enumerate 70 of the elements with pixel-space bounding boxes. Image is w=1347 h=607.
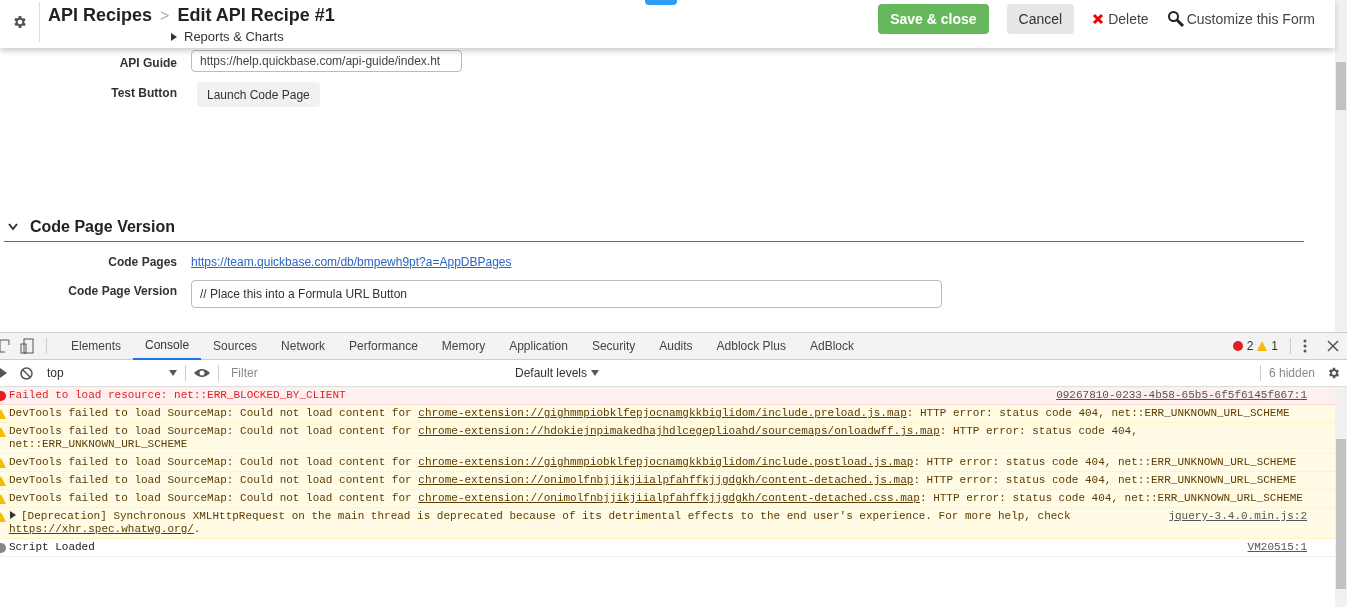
console-message: Script Loaded xyxy=(9,541,96,554)
devtools-tab[interactable]: AdBlock xyxy=(797,332,866,360)
devtools-tab[interactable]: Network xyxy=(269,332,338,360)
devtools-tab[interactable]: Elements xyxy=(59,332,134,360)
page-title: Edit API Recipe #1 xyxy=(177,4,335,27)
devtools-tab[interactable]: Security xyxy=(579,332,648,360)
device-toolbar-icon xyxy=(20,338,34,354)
cancel-button[interactable]: Cancel xyxy=(1006,4,1075,34)
console-message: Failed to load resource: net::ERR_BLOCKED_BY_CLIENT xyxy=(9,389,347,402)
console-message: [Deprecation] Synchronous XMLHttpRequest on the main thread is deprecated because of its detrimental effects to the end user's experience. For more help, check https://xhr.spec.whatwg.org/. xyxy=(9,510,1072,536)
error-count: 2 xyxy=(1246,338,1254,355)
devtools-tab[interactable]: Sources xyxy=(201,332,270,360)
magnifier-icon xyxy=(1166,10,1185,28)
more-options-icon xyxy=(1303,339,1307,353)
message-link[interactable]: https://xhr.spec.whatwg.org/ xyxy=(9,523,194,535)
collapse-chevron-icon[interactable] xyxy=(8,223,18,231)
devtools-tab[interactable]: Audits xyxy=(647,332,705,360)
error-icon xyxy=(1232,341,1243,351)
devtools-tab[interactable]: Performance xyxy=(337,332,430,360)
section-title: Code Page Version xyxy=(30,217,175,237)
reports-charts-link[interactable]: Reports & Charts xyxy=(170,27,284,47)
context-select[interactable]: top xyxy=(47,364,177,382)
source-link[interactable]: VM20515:1 xyxy=(1247,541,1307,554)
customize-form-button[interactable]: Customize this Form xyxy=(1166,8,1315,30)
triangle-icon xyxy=(170,32,178,41)
tab-handle xyxy=(645,0,677,5)
scrollbar-thumb[interactable] xyxy=(1336,62,1346,110)
console-message: DevTools failed to load SourceMap: Could not load content for chrome-extension://gighmmpiobklfepjocnamgkkbiglidom/include.postload.js.map: HTTP error: status code 404, net::ERR_UNKNOWN_URL_SCHEME xyxy=(9,456,1298,469)
close-icon xyxy=(1327,340,1339,352)
devtools-tab[interactable]: Memory xyxy=(429,332,498,360)
inspect-icon xyxy=(0,339,12,353)
expand-triangle-icon xyxy=(9,511,17,519)
console-message: DevTools failed to load SourceMap: Could not load content for chrome-extension://onimolfnbjjikjiialpfahffkjjgdgkh/content-detached.css.map: HTTP error: status code 404, net::ERR_UNKNOWN_URL_SCHEME xyxy=(9,492,1304,505)
code-textarea[interactable]: // Place this into a Formula URL Button xyxy=(191,280,942,308)
code-pages-link[interactable]: https://team.quickbase.com/db/bmpewh9pt?a=AppDBPages xyxy=(191,251,512,271)
hidden-count: 6 hidden xyxy=(1268,365,1315,382)
dropdown-caret-icon xyxy=(591,370,600,376)
source-link[interactable]: 09267810-0233-4b58-65b5-6f5f6145f867:1 xyxy=(1056,389,1307,402)
console-message: DevTools failed to load SourceMap: Could not load content for chrome-extension://gighmmpiobklfepjocnamgkkbiglidom/include.preload.js.map: HTTP error: status code 404, net::ERR_UNKNOWN_URL_SCHEME xyxy=(9,407,1291,420)
eye-icon xyxy=(194,368,210,378)
devtools-tab[interactable]: Adblock Plus xyxy=(704,332,798,360)
scrollbar-thumb[interactable] xyxy=(1336,439,1346,589)
console-message: DevTools failed to load SourceMap: Could not load content for chrome-extension://hdokiejnpimakedhajhdlcegeplioahd/sourcemaps/onloadwff.js.map: HTTP error: status code 404, net::ERR_UNKNOWN_URL_SCHEME xyxy=(9,425,1139,451)
clear-console-icon xyxy=(20,366,33,380)
api-guide-field[interactable]: https://help.quickbase.com/api-guide/index.ht xyxy=(191,50,462,72)
devtools-tab[interactable]: Application xyxy=(497,332,580,360)
devtools-tab[interactable]: Console xyxy=(133,332,202,360)
filter-field[interactable]: Filter xyxy=(227,363,507,383)
message-link[interactable]: chrome-extension://onimolfnbjjikjiialpfahffkjjgdgkh/content-detached.js.map xyxy=(418,474,914,486)
message-link[interactable]: chrome-extension://onimolfnbjjikjiialpfahffkjjgdgkh/content-detached.css.map xyxy=(418,492,920,504)
dropdown-caret-icon xyxy=(169,370,177,376)
cross-icon xyxy=(1092,13,1105,25)
warning-icon xyxy=(1257,341,1268,351)
message-link[interactable]: chrome-extension://hdokiejnpimakedhajhdlcegeplioahd/sourcemaps/onloadwff.js.map xyxy=(418,425,940,437)
console-message: DevTools failed to load SourceMap: Could not load content for chrome-extension://onimolfnbjjikjiialpfahffkjjgdgkh/content-detached.js.map: HTTP error: status code 404, net::ERR_UNKNOWN_URL_SCHEME xyxy=(9,474,1298,487)
message-link[interactable]: chrome-extension://gighmmpiobklfepjocnamgkkbiglidom/include.preload.js.map xyxy=(418,407,907,419)
field-label: Code Pages xyxy=(107,254,178,271)
delete-button[interactable]: Delete xyxy=(1092,8,1149,30)
breadcrumb-separator: > xyxy=(160,5,170,26)
settings-icon xyxy=(1327,366,1341,380)
field-label: API Guide xyxy=(118,55,178,72)
warning-count: 1 xyxy=(1271,338,1278,355)
app-name[interactable]: API Recipes xyxy=(48,2,153,29)
message-link[interactable]: chrome-extension://gighmmpiobklfepjocnamgkkbiglidom/include.postload.js.map xyxy=(418,456,914,468)
field-label: Code Page Version xyxy=(67,283,178,300)
sidebar-toggle-icon xyxy=(0,368,8,378)
log-levels-dropdown[interactable]: Default levels xyxy=(515,364,600,382)
field-label: Test Button xyxy=(110,85,178,102)
source-link[interactable]: jquery-3.4.0.min.js:2 xyxy=(1168,510,1307,523)
launch-code-page-button[interactable]: Launch Code Page xyxy=(197,82,320,107)
